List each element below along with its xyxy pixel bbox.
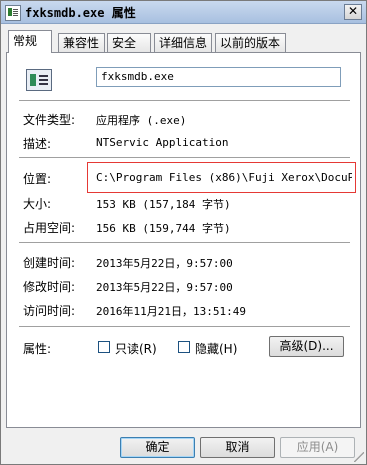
divider — [19, 100, 350, 102]
size-on-disk-value: 156 KB (159,744 字节) — [96, 222, 231, 235]
file-name-field[interactable]: fxksmdb.exe — [96, 67, 341, 87]
file-type-value: 应用程序 (.exe) — [96, 114, 187, 127]
apply-button: 应用(A) — [280, 437, 355, 458]
tab-compatibility[interactable]: 兼容性 — [58, 33, 105, 52]
description-value: NTServic Application — [96, 136, 229, 149]
created-label: 创建时间: — [23, 256, 76, 270]
tab-details[interactable]: 详细信息 — [154, 33, 212, 52]
size-on-disk-label: 占用空间: — [23, 221, 76, 235]
location-label: 位置: — [23, 172, 52, 186]
accessed-label: 访问时间: — [23, 304, 76, 318]
hidden-checkbox[interactable] — [178, 341, 190, 353]
general-panel: fxksmdb.exe 文件类型: 应用程序 (.exe) 描述: NTServ… — [6, 52, 361, 428]
divider — [19, 157, 350, 159]
title-bar[interactable]: fxksmdb.exe 属性 ✕ — [1, 1, 366, 24]
attributes-label: 属性: — [23, 342, 52, 356]
close-button[interactable]: ✕ — [344, 4, 362, 20]
properties-window: fxksmdb.exe 属性 ✕ 常规 兼容性 安全 详细信息 以前的版本 fx… — [0, 0, 367, 465]
window-title: fxksmdb.exe 属性 — [25, 6, 136, 20]
ok-button[interactable]: 确定 — [120, 437, 195, 458]
hidden-label[interactable]: 隐藏(H) — [195, 340, 237, 357]
readonly-checkbox[interactable] — [98, 341, 110, 353]
resize-grip[interactable] — [354, 452, 364, 462]
divider — [19, 326, 350, 328]
modified-value: 2013年5月22日，9:57:00 — [96, 281, 233, 294]
tab-previous-versions[interactable]: 以前的版本 — [215, 33, 286, 52]
size-value: 153 KB (157,184 字节) — [96, 198, 231, 211]
exe-file-icon — [26, 69, 52, 91]
accessed-value: 2016年11月21日，13:51:49 — [96, 305, 246, 318]
tab-security[interactable]: 安全 — [107, 33, 151, 52]
cancel-button[interactable]: 取消 — [200, 437, 275, 458]
file-type-label: 文件类型: — [23, 113, 76, 127]
divider — [19, 242, 350, 244]
readonly-label[interactable]: 只读(R) — [115, 340, 157, 357]
tab-strip: 常规 兼容性 安全 详细信息 以前的版本 — [6, 30, 361, 53]
size-label: 大小: — [23, 197, 52, 211]
close-icon: ✕ — [347, 4, 359, 18]
advanced-button[interactable]: 高级(D)... — [269, 336, 344, 357]
modified-label: 修改时间: — [23, 280, 76, 294]
description-label: 描述: — [23, 137, 52, 151]
exe-file-icon — [5, 5, 21, 21]
created-value: 2013年5月22日，9:57:00 — [96, 257, 233, 270]
tab-general[interactable]: 常规 — [8, 30, 52, 53]
location-value: C:\Program Files (x86)\Fuji Xerox\DocuPr… — [96, 171, 352, 184]
